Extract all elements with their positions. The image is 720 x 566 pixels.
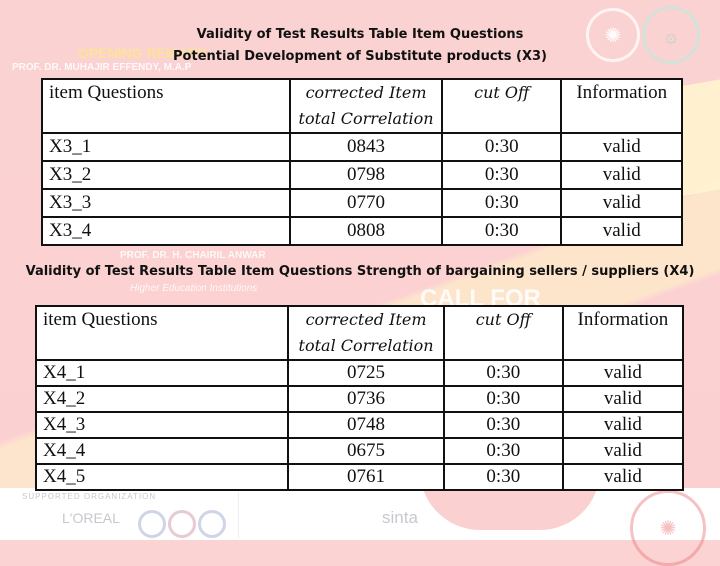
cell-correlation: 0761 [287, 463, 445, 491]
supported-label: SUPPORTED ORGANIZATION [22, 492, 157, 501]
table-header-row: item Questions corrected Item total Corr… [40, 78, 683, 134]
cell-correlation: 0843 [289, 132, 443, 162]
cell-cutoff: 0:30 [442, 359, 564, 387]
cell-item: X3_1 [40, 132, 292, 162]
table-row: X4_5 0761 0:30 valid [34, 463, 685, 491]
cell-cutoff: 0:30 [442, 411, 564, 439]
partner-logo: L'OREAL [62, 510, 120, 526]
cell-information: valid [560, 132, 683, 162]
cell-item: X3_2 [40, 160, 292, 190]
header-cut-off: cut Off [440, 78, 563, 134]
table-row: X3_4 0808 0:30 valid [40, 216, 683, 246]
cell-item: X3_4 [40, 216, 292, 246]
cell-item: X3_3 [40, 188, 292, 218]
cell-cutoff: 0:30 [440, 188, 563, 218]
header-information: Information [560, 78, 683, 134]
cell-correlation: 0808 [289, 216, 443, 246]
partner-logo-icon [138, 510, 166, 538]
section2-title: Validity of Test Results Table Item Ques… [25, 264, 695, 279]
x3-validity-table: item Questions corrected Item total Corr… [40, 78, 683, 246]
cell-item: X4_4 [34, 437, 290, 465]
cell-cutoff: 0:30 [442, 463, 564, 491]
cell-information: valid [560, 160, 683, 190]
section1-title-line1: Validity of Test Results Table Item Ques… [196, 27, 524, 42]
header-corr-line2: total Correlation [298, 109, 434, 128]
table-row: X4_1 0725 0:30 valid [34, 359, 685, 387]
sinta-logo: sinta [382, 508, 418, 527]
cell-cutoff: 0:30 [440, 160, 563, 190]
footer-seal-icon: ✺ [630, 490, 706, 566]
partner-logo-icon [198, 510, 226, 538]
cell-cutoff: 0:30 [442, 385, 564, 413]
table-row: X3_3 0770 0:30 valid [40, 188, 683, 218]
speaker-2-role: Higher Education Institutions [130, 283, 258, 294]
cell-correlation: 0736 [287, 385, 445, 413]
table-row: X4_4 0675 0:30 valid [34, 437, 685, 465]
cell-information: valid [561, 463, 685, 491]
cell-cutoff: 0:30 [440, 216, 563, 246]
header-corrected-item-total-correlation: corrected Item total Correlation [289, 78, 443, 134]
cell-item: X4_3 [34, 411, 290, 439]
speaker-2-name: PROF. DR. H. CHAIRIL ANWAR [120, 250, 266, 261]
cell-cutoff: 0:30 [440, 132, 563, 162]
table-row: X3_1 0843 0:30 valid [40, 132, 683, 162]
cell-information: valid [561, 359, 685, 387]
x4-validity-table: item Questions corrected Item total Corr… [34, 305, 685, 491]
cell-information: valid [560, 216, 683, 246]
cell-correlation: 0725 [287, 359, 445, 387]
header-item-questions: item Questions [34, 305, 290, 361]
cell-item: X4_1 [34, 359, 290, 387]
header-corr-line1: corrected Item [305, 310, 427, 329]
header-information: Information [561, 305, 685, 361]
header-corrected-item-total-correlation: corrected Item total Correlation [287, 305, 445, 361]
section1-title-line2: Potential Development of Substitute prod… [173, 49, 547, 64]
partner-logo-icon [168, 510, 196, 538]
cell-information: valid [561, 411, 685, 439]
cell-information: valid [561, 437, 685, 465]
table-row: X4_3 0748 0:30 valid [34, 411, 685, 439]
header-item-questions: item Questions [40, 78, 292, 134]
header-corr-line1: corrected Item [305, 83, 427, 102]
header-cut-off: cut Off [442, 305, 564, 361]
cell-information: valid [561, 385, 685, 413]
cell-information: valid [560, 188, 683, 218]
cell-item: X4_5 [34, 463, 290, 491]
table-row: X4_2 0736 0:30 valid [34, 385, 685, 413]
cell-correlation: 0675 [287, 437, 445, 465]
cell-correlation: 0798 [289, 160, 443, 190]
footer-divider [238, 492, 239, 538]
cell-cutoff: 0:30 [442, 437, 564, 465]
table-header-row: item Questions corrected Item total Corr… [34, 305, 685, 361]
cell-correlation: 0748 [287, 411, 445, 439]
header-corr-line2: total Correlation [298, 336, 434, 355]
table-row: X3_2 0798 0:30 valid [40, 160, 683, 190]
cell-correlation: 0770 [289, 188, 443, 218]
cell-item: X4_2 [34, 385, 290, 413]
